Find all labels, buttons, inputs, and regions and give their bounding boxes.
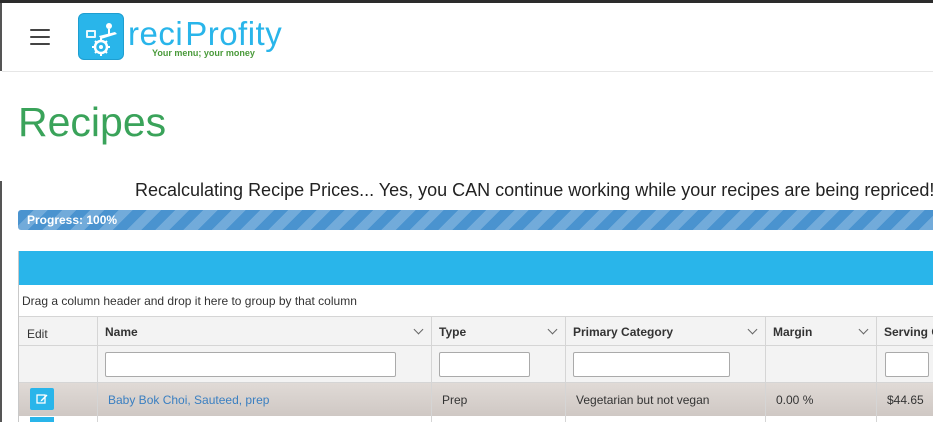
table-row[interactable]: Baby Bok Choi, Sauteed, prep Prep Vegeta… bbox=[19, 383, 933, 416]
column-header-primary-category-label: Primary Category bbox=[573, 325, 674, 339]
edit-button-partial[interactable] bbox=[30, 417, 54, 422]
primary-category-filter-input[interactable] bbox=[573, 352, 730, 377]
recalc-status-message: Recalculating Recipe Prices... Yes, you … bbox=[135, 180, 933, 200]
filter-cell-type bbox=[432, 346, 566, 382]
brand-name-part2: Profity bbox=[185, 15, 283, 52]
row-cell-partial bbox=[432, 416, 566, 422]
table-row-next-partial bbox=[19, 416, 933, 422]
serving-cost-filter-input[interactable] bbox=[885, 352, 929, 377]
app-header: reciProfity Your menu; your money bbox=[2, 3, 933, 72]
chevron-down-icon[interactable] bbox=[858, 324, 869, 335]
row-cell-partial bbox=[766, 416, 877, 422]
progress-bar: Progress: 100% bbox=[18, 210, 933, 230]
row-primary-category: Vegetarian but not vegan bbox=[566, 383, 766, 416]
edit-pencil-icon bbox=[36, 394, 48, 404]
row-serving-cost: $44.65 bbox=[887, 393, 924, 407]
group-by-hint: Drag a column header and drop it here to… bbox=[22, 294, 357, 308]
row-margin: 0.00 % bbox=[766, 383, 877, 416]
row-edit-cell bbox=[19, 383, 98, 416]
edit-button[interactable] bbox=[30, 388, 54, 410]
column-header-serving-cost-label: Serving C bbox=[884, 325, 933, 339]
row-type: Prep bbox=[432, 383, 566, 416]
brand-name-part1: reci bbox=[128, 15, 184, 52]
chevron-down-icon[interactable] bbox=[547, 324, 558, 335]
row-cell-partial bbox=[566, 416, 766, 422]
row-cell-partial bbox=[877, 416, 933, 422]
brand-name[interactable]: reciProfity bbox=[128, 17, 282, 50]
group-by-panel[interactable]: Drag a column header and drop it here to… bbox=[19, 285, 933, 317]
column-header-type[interactable]: Type bbox=[432, 317, 566, 345]
filter-cell-edit bbox=[19, 346, 98, 382]
name-filter-input[interactable] bbox=[105, 352, 396, 377]
column-header-name-label: Name bbox=[105, 325, 138, 339]
row-cell-partial bbox=[98, 416, 432, 422]
filter-cell-serving-cost bbox=[877, 346, 933, 382]
recipes-grid: Drag a column header and drop it here to… bbox=[18, 251, 933, 422]
brand-tagline: Your menu; your money bbox=[152, 48, 255, 58]
column-header-margin[interactable]: Margin bbox=[766, 317, 877, 345]
chef-money-logo-icon[interactable] bbox=[78, 13, 124, 60]
column-header-type-label: Type bbox=[439, 325, 467, 339]
row-edit-cell-partial bbox=[19, 416, 98, 422]
grid-toolbar bbox=[19, 251, 933, 285]
column-header-edit: Edit bbox=[19, 317, 98, 345]
hamburger-menu-icon[interactable] bbox=[30, 29, 50, 45]
grid-header-row: Edit Name Type Primary Category Margin S… bbox=[19, 317, 933, 346]
column-header-name[interactable]: Name bbox=[98, 317, 432, 345]
column-header-primary-category[interactable]: Primary Category bbox=[566, 317, 766, 345]
type-filter-input[interactable] bbox=[439, 352, 530, 377]
filter-cell-primary-category bbox=[566, 346, 766, 382]
page-title: Recipes bbox=[18, 99, 167, 145]
column-header-edit-label: Edit bbox=[27, 327, 48, 341]
chevron-down-icon[interactable] bbox=[747, 324, 758, 335]
filter-cell-name bbox=[98, 346, 432, 382]
progress-bar-fill bbox=[18, 210, 933, 230]
grid-filter-row bbox=[19, 346, 933, 383]
progress-label: Progress: 100% bbox=[27, 213, 118, 227]
chevron-down-icon[interactable] bbox=[413, 324, 424, 335]
row-name-link[interactable]: Baby Bok Choi, Sauteed, prep bbox=[98, 383, 432, 416]
column-header-margin-label: Margin bbox=[773, 325, 813, 339]
column-header-serving-cost[interactable]: Serving C bbox=[877, 317, 933, 345]
filter-cell-margin bbox=[766, 346, 877, 382]
